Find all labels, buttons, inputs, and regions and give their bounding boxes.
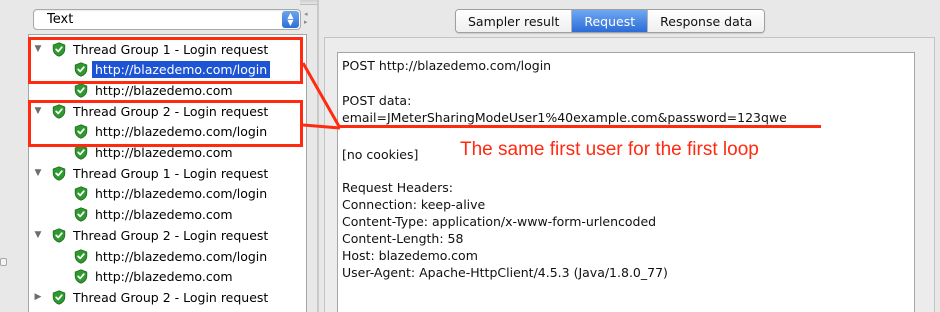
tree-node-label: http://blazedemo.com [95, 269, 233, 285]
tree-sample-node[interactable]: http://blazedemo.com [74, 267, 233, 287]
tree-node-label: Thread Group 2 - Login request [73, 227, 269, 243]
tree-node-label: http://blazedemo.com [95, 207, 233, 223]
cookies-line: [no cookies] [342, 147, 419, 162]
success-shield-icon [74, 186, 88, 202]
disclosure-expanded-icon[interactable]: ▼ [32, 229, 44, 241]
disclosure-collapsed-icon[interactable]: ▶ [32, 291, 44, 303]
tree-sample-node[interactable]: http://blazedemo.com/login [74, 246, 267, 266]
tree-node-label: Thread Group 1 - Login request [73, 165, 269, 181]
disclosure-expanded-icon[interactable]: ▼ [32, 167, 44, 179]
success-shield-icon [74, 248, 88, 264]
tree-sample-node[interactable]: http://blazedemo.com [74, 205, 233, 225]
post-data-body: email=JMeterSharingModeUser1%40example.c… [342, 110, 787, 125]
renderer-select-value: Text [47, 12, 74, 27]
headers-label: Request Headers: [342, 180, 453, 195]
scroll-handle[interactable] [0, 258, 7, 266]
tree-group-node[interactable]: ▼ Thread Group 2 - Login request [32, 225, 269, 245]
tree-group-node[interactable]: ▼ Thread Group 1 - Login request [32, 163, 269, 183]
success-shield-icon [74, 83, 88, 98]
annotation-box-second-group [28, 100, 303, 147]
success-shield-icon [74, 269, 88, 284]
annotation-box-first-group [28, 37, 303, 84]
success-shield-icon [52, 228, 66, 243]
tree-node-label: http://blazedemo.com [95, 145, 233, 160]
panel-divider [317, 0, 319, 312]
tab-request[interactable]: Request [572, 10, 649, 32]
header-user-agent: User-Agent: Apache-HttpClient/4.5.3 (Jav… [342, 265, 668, 280]
header-content-length: Content-Length: 58 [342, 231, 464, 246]
success-shield-icon [52, 166, 66, 181]
header-content-type: Content-Type: application/x-www-form-url… [342, 214, 657, 229]
success-shield-icon [52, 290, 66, 305]
detail-tabs: Sampler result Request Response data [455, 9, 766, 33]
post-data-underline [338, 125, 821, 128]
tree-node-label: http://blazedemo.com [95, 82, 233, 98]
renderer-select[interactable]: Text ▲ ▼ [33, 9, 301, 30]
header-connection: Connection: keep-alive [342, 197, 486, 212]
tree-node-label: http://blazedemo.com/login [95, 248, 268, 264]
post-data-label: POST data: [342, 93, 412, 108]
tab-response-data[interactable]: Response data [648, 10, 765, 32]
header-host: Host: blazedemo.com [342, 248, 478, 263]
tree-node-label: http://blazedemo.com/login [95, 186, 268, 202]
tree-node-label: Thread Group 2 - Login request [73, 289, 269, 305]
annotation-caption: The same first user for the first loop [460, 139, 759, 160]
request-text-area[interactable]: POST http://blazedemo.com/login POST dat… [337, 52, 915, 312]
tree-group-node[interactable]: ▶ Thread Group 2 - Login request [32, 287, 269, 307]
select-updown-icon: ▲ ▼ [282, 11, 299, 28]
request-line: POST http://blazedemo.com/login [342, 58, 552, 73]
splitter-handle-icon[interactable]: ◂ ▸ [304, 10, 314, 30]
success-shield-icon [74, 145, 88, 160]
tree-sample-node[interactable]: http://blazedemo.com/login [74, 184, 267, 204]
success-shield-icon [74, 207, 88, 222]
result-detail-panel: Sampler result Request Response data POST … [317, 0, 940, 312]
tab-sampler-result[interactable]: Sampler result [456, 10, 573, 32]
